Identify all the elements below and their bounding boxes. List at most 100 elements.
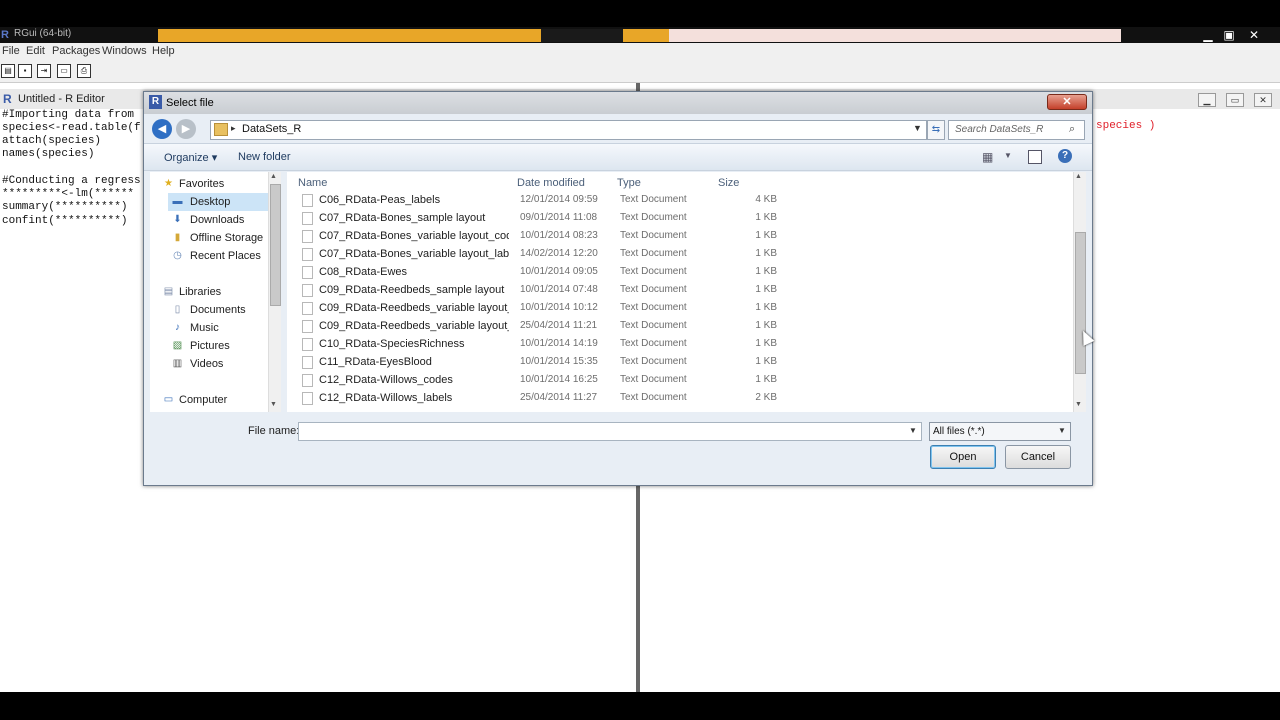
music-icon: ♪ — [175, 322, 180, 333]
search-box[interactable]: Search DataSets_R ⌕ — [948, 120, 1085, 140]
r-editor-icon: R — [3, 92, 12, 106]
print-icon[interactable]: ⎙ — [77, 64, 91, 78]
child-minimize-icon[interactable]: ▁ — [1198, 93, 1216, 107]
file-row[interactable]: C07_RData-Bones_sample layout 09/01/2014… — [297, 209, 817, 227]
menu-file[interactable]: File — [2, 45, 20, 57]
child-maximize-icon[interactable]: ▭ — [1226, 93, 1244, 107]
child-close-icon[interactable]: ✕ — [1254, 93, 1272, 107]
toolbar: ▤ ▪ ⇥ ▭ ⎙ — [0, 62, 1280, 83]
column-size[interactable]: Size — [718, 177, 739, 189]
file-list: Name Date modified Type Size C06_RData-P… — [287, 172, 1073, 412]
search-icon[interactable]: ⌕ — [1069, 123, 1075, 136]
background-strip — [669, 29, 1121, 42]
recent-icon: ◷ — [173, 250, 182, 261]
preview-pane-icon[interactable] — [1028, 150, 1042, 164]
menu-packages[interactable]: Packages — [52, 45, 100, 57]
views-dropdown-icon[interactable]: ▼ — [1004, 151, 1012, 160]
file-row[interactable]: C11_RData-EyesBlood 10/01/2014 15:35 Tex… — [297, 353, 817, 371]
scroll-up-icon[interactable]: ▲ — [1075, 173, 1082, 180]
background-strip — [158, 29, 541, 42]
file-list-scroll-thumb[interactable] — [1075, 232, 1086, 374]
file-row[interactable]: C12_RData-Willows_labels 25/04/2014 11:2… — [297, 389, 817, 407]
downloads-icon: ⬇ — [173, 214, 182, 225]
videos-icon: ▥ — [172, 358, 183, 369]
file-row[interactable]: C09_RData-Reedbeds_variable layout_co...… — [297, 299, 817, 317]
address-bar[interactable]: ▸ DataSets_R ▼ — [210, 120, 927, 140]
refresh-icon[interactable]: ⇆ — [927, 120, 945, 140]
background-strip — [541, 29, 623, 42]
r-dialog-icon: R — [149, 95, 162, 109]
nav-scroll-thumb[interactable] — [270, 184, 281, 306]
folder-icon: ▮ — [174, 232, 181, 243]
column-type[interactable]: Type — [617, 177, 641, 189]
file-list-header: Name Date modified Type Size — [287, 172, 1073, 192]
dialog-close-button[interactable]: ✕ — [1047, 94, 1087, 110]
dialog-title: Select file — [166, 97, 214, 109]
text-file-icon — [302, 212, 313, 225]
rgui-title-bar: R RGui (64-bit) ▁ ▣ ✕ — [0, 27, 1280, 43]
help-icon[interactable]: ? — [1058, 149, 1072, 163]
select-file-dialog: R Select file ✕ ◀ ▶ ▸ DataSets_R ▼ ⇆ Sea… — [143, 91, 1093, 486]
address-row: ◀ ▶ ▸ DataSets_R ▼ ⇆ Search DataSets_R ⌕ — [144, 114, 1092, 142]
file-name-label: File name: — [248, 425, 300, 437]
address-dropdown-icon[interactable]: ▼ — [913, 123, 922, 133]
column-date-modified[interactable]: Date modified — [517, 177, 585, 189]
menu-windows[interactable]: Windows — [102, 45, 147, 57]
breadcrumb-arrow-icon[interactable]: ▸ — [231, 123, 236, 134]
text-file-icon — [302, 374, 313, 387]
pictures-icon: ▧ — [172, 340, 183, 351]
file-row[interactable]: C10_RData-SpeciesRichness 10/01/2014 14:… — [297, 335, 817, 353]
save-icon[interactable]: ▪ — [18, 64, 32, 78]
nav-scrollbar[interactable]: ▲ ▼ — [268, 172, 281, 412]
background-strip — [623, 29, 669, 42]
open-script-icon[interactable]: ▤ — [1, 64, 15, 78]
file-row[interactable]: C12_RData-Willows_codes 10/01/2014 16:25… — [297, 371, 817, 389]
file-row[interactable]: C09_RData-Reedbeds_variable layout_la...… — [297, 317, 817, 335]
scroll-down-icon[interactable]: ▼ — [1075, 401, 1082, 408]
file-row[interactable]: C08_RData-Ewes 10/01/2014 09:05 Text Doc… — [297, 263, 817, 281]
scroll-up-icon[interactable]: ▲ — [270, 173, 277, 180]
file-row[interactable]: C07_RData-Bones_variable layout_labels 1… — [297, 245, 817, 263]
run-line-icon[interactable]: ⇥ — [37, 64, 51, 78]
menu-edit[interactable]: Edit — [26, 45, 45, 57]
open-button[interactable]: Open — [930, 445, 996, 469]
text-file-icon — [302, 248, 313, 261]
minimize-icon[interactable]: ▁ — [1200, 28, 1216, 42]
file-row[interactable]: C06_RData-Peas_labels 12/01/2014 09:59 T… — [297, 191, 817, 209]
back-icon[interactable]: ◀ — [152, 119, 172, 139]
new-folder-button[interactable]: New folder — [238, 151, 291, 163]
documents-icon: ▯ — [174, 304, 181, 315]
file-row[interactable]: C09_RData-Reedbeds_sample layout 10/01/2… — [297, 281, 817, 299]
text-file-icon — [302, 194, 313, 207]
window-icon[interactable]: ▭ — [57, 64, 71, 78]
cancel-button[interactable]: Cancel — [1005, 445, 1071, 469]
file-name-input[interactable]: ▼ — [298, 422, 922, 441]
file-row[interactable]: C07_RData-Bones_variable layout_codes 10… — [297, 227, 817, 245]
code-line: names(species) — [2, 148, 95, 160]
maximize-icon[interactable]: ▣ — [1221, 28, 1237, 42]
nav-desktop[interactable]: ▬ Desktop — [168, 193, 268, 211]
views-icon[interactable]: ▦ — [982, 150, 993, 164]
file-list-scrollbar[interactable]: ▲ ▼ — [1073, 172, 1086, 412]
breadcrumb-datasets[interactable]: DataSets_R — [242, 123, 301, 135]
code-line: attach(species) — [2, 135, 102, 147]
rgui-title: RGui (64-bit) — [14, 28, 72, 39]
filter-dropdown-icon[interactable]: ▼ — [1058, 426, 1066, 435]
r-app-icon: R — [1, 29, 9, 41]
menu-help[interactable]: Help — [152, 45, 175, 57]
text-file-icon — [302, 320, 313, 333]
forward-icon[interactable]: ▶ — [176, 119, 196, 139]
file-type-filter[interactable]: All files (*.*) ▼ — [929, 422, 1071, 441]
dialog-title-bar: R Select file ✕ — [144, 92, 1092, 114]
organize-button[interactable]: Organize ▾ — [164, 151, 217, 164]
code-line: #Importing data from — [2, 109, 135, 121]
search-placeholder: Search DataSets_R — [955, 124, 1044, 135]
console-text-fragment: species ) — [1096, 120, 1156, 132]
text-file-icon — [302, 302, 313, 315]
column-name[interactable]: Name — [298, 177, 327, 189]
close-icon[interactable]: ✕ — [1246, 28, 1262, 42]
file-name-dropdown-icon[interactable]: ▼ — [909, 426, 917, 435]
menu-bar: File Edit Packages Windows Help — [0, 43, 1280, 62]
scroll-down-icon[interactable]: ▼ — [270, 401, 277, 408]
desktop-icon: ▬ — [172, 196, 183, 207]
